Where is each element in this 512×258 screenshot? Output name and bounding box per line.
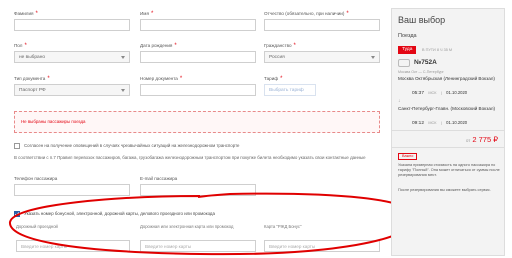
tariff-button[interactable]: Выбрать тариф <box>264 84 316 96</box>
surname-input[interactable] <box>14 19 130 31</box>
service-note: После резервирования вы сможете выбрать … <box>398 188 491 192</box>
gender-label: Пол * <box>14 43 27 49</box>
seat-error-box: Не выбраны пассажиры поезда <box>14 111 380 133</box>
consent-checkbox[interactable] <box>14 143 20 149</box>
card-placeholder: Введите номер карты <box>145 244 192 249</box>
gender-select[interactable]: не выбрано <box>14 51 130 63</box>
departure-time: 05:37 МСК | 01.10.2020 <box>412 90 468 96</box>
phone-input[interactable] <box>14 184 130 196</box>
doc-type-select[interactable]: Паспорт РФ <box>14 84 130 96</box>
citizenship-label: Гражданство * <box>264 43 296 49</box>
arrow-down-icon: ↓ <box>398 98 401 104</box>
email-input[interactable] <box>140 184 256 196</box>
name-input[interactable] <box>140 19 256 31</box>
check-icon <box>14 212 20 217</box>
direction-badge: Туда <box>398 46 417 54</box>
tariff-label: Тариф * <box>264 76 283 82</box>
chevron-down-icon <box>121 56 125 59</box>
patronymic-input[interactable] <box>264 19 380 31</box>
bonus-programs-label: Дорожный проездной <box>16 224 58 229</box>
card-placeholder: Введите номер карты <box>269 244 316 249</box>
price-note: Указана примерная стоимость на одного па… <box>398 163 500 177</box>
chevron-down-icon <box>121 89 125 92</box>
chevron-down-icon <box>371 56 375 59</box>
travel-time: В ПУТИ 8 Ч 35 М <box>422 48 453 52</box>
contact-info-text: В соответствии с п.7 Правил перевозок па… <box>14 155 366 160</box>
name-label: Имя * <box>140 11 154 17</box>
section-train: Поезда <box>398 33 417 39</box>
patronymic-label: Отчество (обязательно, при наличии) * <box>264 11 349 17</box>
doc-type-label: Тип документа * <box>14 76 50 82</box>
surname-label: Фамилия * <box>14 11 38 17</box>
doc-number-input[interactable] <box>140 84 256 96</box>
divider <box>392 130 504 131</box>
email-label: E-mail пассажира <box>140 176 178 181</box>
price: от 2 775 ₽ <box>465 135 498 144</box>
birthdate-input[interactable] <box>140 51 256 63</box>
bonus-card-label: Указать номер бонусной, электронной, дор… <box>24 211 215 216</box>
birthdate-label: Дата рождения * <box>140 43 177 49</box>
consent-label: Согласен на получение оповещений в случа… <box>24 143 240 148</box>
rzd-bonus-input[interactable]: Введите номер карты <box>264 240 380 252</box>
summary-title: Ваш выбор <box>398 15 446 25</box>
important-badge: Важно <box>398 153 418 160</box>
card-placeholder: Введите номер карты <box>21 244 68 249</box>
from-station: Москва Октябрьская (Ленинградский Вокзал… <box>398 76 495 81</box>
doc-number-label: Номер документа * <box>140 76 183 82</box>
road-card-input[interactable]: Введите номер карты <box>140 240 256 252</box>
train-route: Москва Окт — С-Петербург <box>398 70 444 74</box>
order-summary-panel: Ваш выбор Поезда Туда В ПУТИ 8 Ч 35 М №7… <box>391 8 505 256</box>
phone-label: Телефон пассажира <box>14 176 58 181</box>
road-card-label: Дорожная или электронная карта или промо… <box>140 224 234 229</box>
citizenship-select[interactable]: Россия <box>264 51 380 63</box>
divider <box>392 147 504 148</box>
rzd-bonus-label: Карта "РЖД Бонус" <box>264 224 302 229</box>
arrival-time: 09:12 МСК | 01.10.2020 <box>412 120 468 126</box>
train-number[interactable]: №752А <box>414 59 437 66</box>
bonus-card-checkbox[interactable] <box>14 211 20 217</box>
to-station: Санкт-Петербург-Главн. (Московский Вокза… <box>398 106 496 111</box>
train-icon <box>398 59 410 67</box>
bonus-program-input[interactable]: Введите номер карты <box>16 240 130 252</box>
seat-error-text: Не выбраны пассажиры поезда <box>21 119 86 124</box>
